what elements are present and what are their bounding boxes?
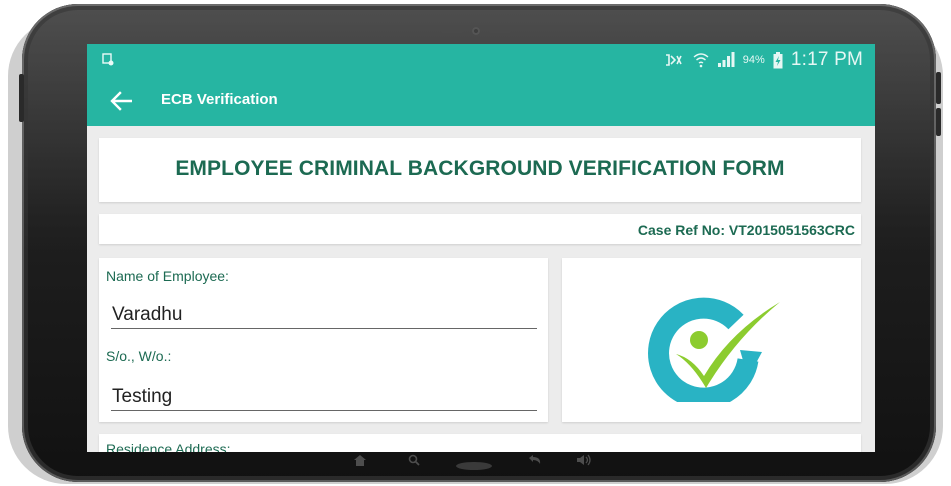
battery-charging-icon (773, 51, 783, 68)
app-title: ECB Verification (161, 91, 278, 108)
relation-label: S/o., W/o.: (106, 348, 172, 364)
logo-card (562, 258, 861, 422)
speaker-slot-right (489, 29, 511, 33)
speaker-slot-left (441, 29, 463, 33)
arrow-left-icon (110, 91, 132, 111)
volume-up-button (936, 72, 941, 104)
residence-address-label: Residence Address: (106, 441, 231, 452)
relation-input[interactable] (111, 384, 537, 411)
form-title: EMPLOYEE CRIMINAL BACKGROUND VERIFICATIO… (175, 157, 785, 180)
check-circle-logo (648, 297, 780, 402)
case-ref-number: Case Ref No: VT2015051563CRC (637, 222, 855, 238)
screenshot-icon (102, 53, 114, 66)
wifi-icon (693, 53, 709, 68)
power-button (19, 74, 24, 122)
status-icons: 94% 1:17 PM (665, 48, 863, 72)
status-clock: 1:17 PM (790, 49, 863, 70)
app-bar: ECB Verification (87, 76, 875, 126)
form-title-card: EMPLOYEE CRIMINAL BACKGROUND VERIFICATIO… (99, 138, 861, 202)
battery-percent: 94% (742, 54, 765, 66)
device-screen: 94% 1:17 PM ECB Verification EMPLOYEE CR… (87, 44, 875, 452)
front-camera (472, 27, 480, 35)
name-of-employee-input[interactable] (111, 302, 537, 329)
status-bar: 94% 1:17 PM (87, 44, 875, 76)
employee-fields-card: Name of Employee: S/o., W/o.: (99, 258, 548, 422)
case-ref-card: Case Ref No: VT2015051563CRC (99, 214, 861, 244)
home-icon[interactable] (354, 455, 366, 466)
front-camera-speaker (441, 27, 511, 35)
back-button[interactable] (108, 88, 134, 114)
volume-down-button (936, 108, 941, 136)
name-of-employee-label: Name of Employee: (106, 268, 229, 284)
home-button[interactable] (456, 462, 492, 470)
volume-icon[interactable] (576, 454, 592, 466)
mute-icon (665, 54, 682, 66)
back-icon[interactable] (528, 454, 542, 465)
search-icon[interactable] (408, 454, 420, 466)
signal-icon (717, 52, 735, 67)
